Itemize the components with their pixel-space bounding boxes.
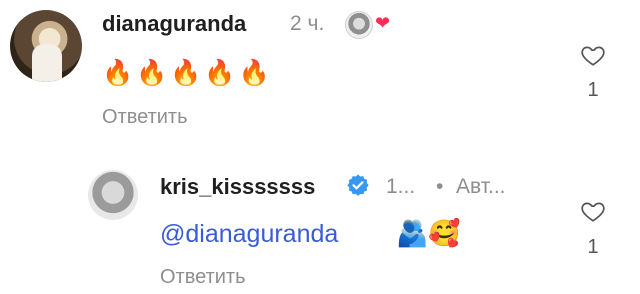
comment-text: 🔥🔥🔥🔥🔥	[102, 59, 273, 87]
heart-icon: ❤	[375, 13, 391, 33]
comment-time: 1...	[386, 175, 416, 198]
verified-badge-icon	[347, 174, 369, 196]
author-avatar	[345, 11, 373, 39]
reply-button[interactable]: Ответить	[160, 266, 246, 289]
avatar-figure	[32, 44, 62, 82]
comment-username[interactable]: kris_kisssssss	[160, 174, 315, 200]
like-heart-icon[interactable]	[580, 198, 606, 224]
avatar[interactable]	[10, 10, 82, 82]
comment-username[interactable]: dianaguranda	[102, 11, 246, 37]
author-label: Авт...	[456, 175, 506, 198]
like-heart-icon[interactable]	[580, 42, 606, 68]
reply-button[interactable]: Ответить	[102, 106, 188, 129]
mention-link[interactable]: @dianaguranda	[160, 220, 338, 249]
like-count: 1	[587, 79, 599, 101]
comment-text: 🫂🥰	[396, 218, 461, 248]
meta-separator: •	[436, 175, 444, 198]
like-count: 1	[587, 236, 599, 258]
comment-time: 2 ч.	[290, 12, 325, 35]
avatar[interactable]	[88, 170, 138, 220]
